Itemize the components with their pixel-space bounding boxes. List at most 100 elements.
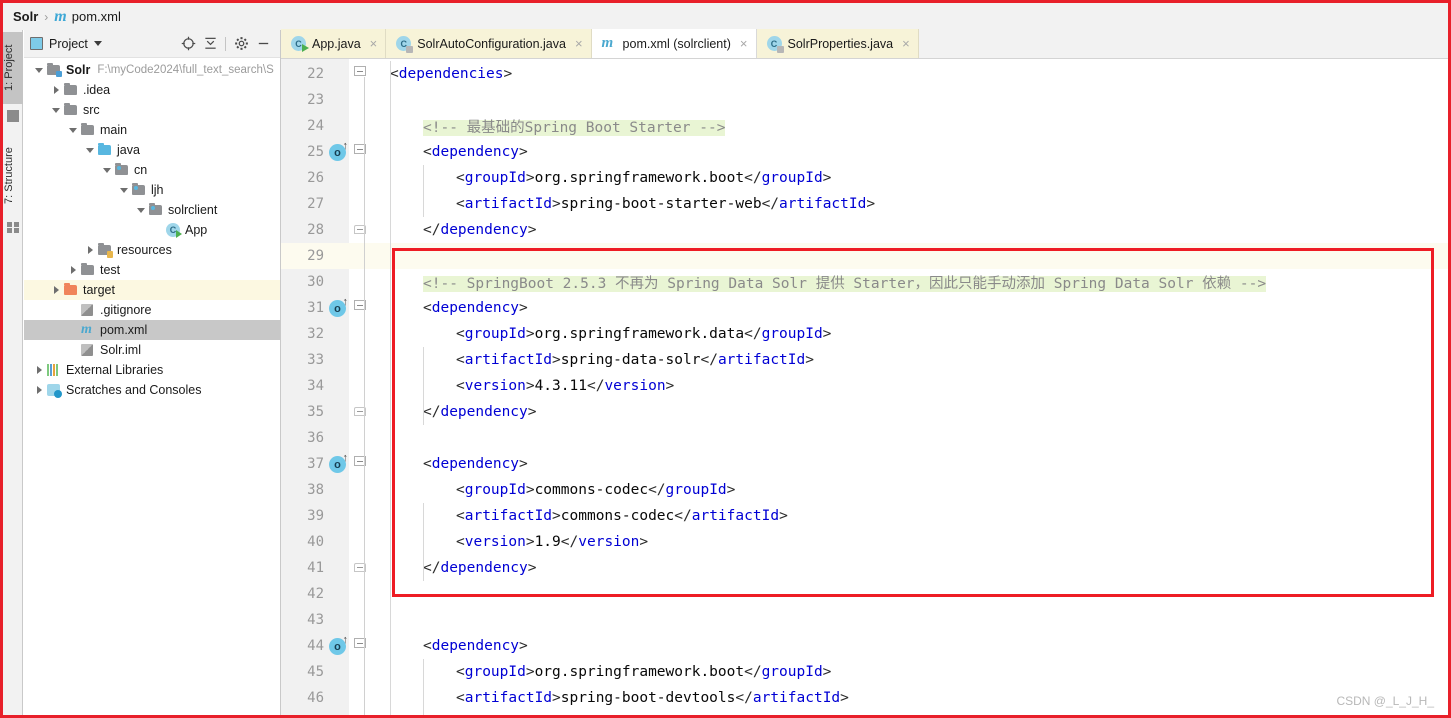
collapse-all-icon[interactable] — [199, 33, 221, 55]
left-tool-window-bar: 1: Project 7: Structure — [3, 30, 23, 715]
tree-node-label: test — [100, 263, 121, 277]
line-number: 27 — [307, 196, 324, 212]
tree-node-resources[interactable]: resources — [24, 240, 280, 260]
maven-dependency-gutter-icon[interactable]: o — [329, 452, 348, 473]
close-icon[interactable]: × — [740, 36, 748, 51]
code-line[interactable]: 26 <groupId>org.springframework.boot</gro… — [281, 165, 1448, 191]
code-line[interactable]: 38 <groupId>commons-codec</groupId> — [281, 477, 1448, 503]
code-line[interactable]: 33 <artifactId>spring-data-solr</artifact… — [281, 347, 1448, 373]
maven-dependency-gutter-icon[interactable]: o — [329, 634, 348, 655]
code-line[interactable]: 22 <dependencies> — [281, 61, 1448, 87]
tree-node-target[interactable]: target — [24, 280, 280, 300]
code-line[interactable]: 28 </dependency> — [281, 217, 1448, 243]
maven-dependency-gutter-icon[interactable]: o — [329, 140, 348, 161]
code-line[interactable]: 39 <artifactId>commons-codec</artifactId> — [281, 503, 1448, 529]
tree-node-label: src — [83, 103, 100, 117]
code-line[interactable]: 47<optional>true</optional> — [281, 711, 1448, 715]
tree-node-cn[interactable]: cn — [24, 160, 280, 180]
tree-node-external-libraries[interactable]: External Libraries — [24, 360, 280, 380]
tree-node-solr-iml[interactable]: Solr.iml — [24, 340, 280, 360]
editor-tab-app-java[interactable]: C App.java × — [281, 29, 387, 58]
tree-node-solr[interactable]: Solr F:\myCode2024\full_text_search\S — [24, 60, 280, 80]
code-line[interactable]: 34 <version>4.3.11</version> — [281, 373, 1448, 399]
tree-twisty[interactable] — [32, 366, 46, 374]
code-line[interactable]: 41 </dependency> — [281, 555, 1448, 581]
tree-twisty[interactable] — [49, 86, 63, 94]
code-line[interactable]: 43 — [281, 607, 1448, 633]
tree-twisty[interactable] — [66, 127, 80, 133]
chevron-down-icon — [69, 127, 77, 133]
code-line[interactable]: 30 <!-- SpringBoot 2.5.3 不再为 Spring Data … — [281, 269, 1448, 295]
code-line[interactable]: 25 o <dependency> — [281, 139, 1448, 165]
code-line[interactable]: 32 <groupId>org.springframework.data</gro… — [281, 321, 1448, 347]
tree-twisty[interactable] — [83, 246, 97, 254]
excluded-folder-icon — [64, 283, 77, 295]
folder-icon — [81, 263, 94, 275]
editor-tab-bar[interactable]: C App.java × C SolrAutoConfiguration.java × m p… — [281, 29, 1448, 59]
close-icon[interactable]: × — [902, 36, 910, 51]
tree-twisty[interactable] — [134, 207, 148, 213]
locate-in-tree-icon[interactable] — [177, 33, 199, 55]
chevron-down-icon[interactable] — [93, 41, 102, 46]
tree-node-solrclient[interactable]: solrclient — [24, 200, 280, 220]
tree-twisty[interactable] — [32, 67, 46, 73]
project-view-selector[interactable]: Project — [30, 37, 102, 51]
code-line[interactable]: 31 o <dependency> — [281, 295, 1448, 321]
tree-twisty[interactable] — [49, 286, 63, 294]
code-line[interactable]: 29 — [281, 243, 1448, 269]
code-line[interactable]: 24 <!-- 最基础的Spring Boot Starter --> — [281, 113, 1448, 139]
maven-dependency-gutter-icon[interactable]: o — [329, 296, 348, 317]
tree-twisty[interactable] — [117, 187, 131, 193]
close-icon[interactable]: × — [575, 36, 583, 51]
fold-marker-slot — [349, 139, 371, 165]
tree-node-app[interactable]: C App — [24, 220, 280, 240]
gutter-marker-slot — [327, 477, 349, 503]
tree-node-gitignore[interactable]: .gitignore — [24, 300, 280, 320]
editor-tab-solrproperties-java[interactable]: C SolrProperties.java × — [756, 29, 919, 58]
code-line[interactable]: 45 <groupId>org.springframework.boot</gro… — [281, 659, 1448, 685]
editor-tab-pom-xml-solrclient[interactable]: m pom.xml (solrclient) × — [591, 29, 757, 58]
code-line[interactable]: 46 <artifactId>spring-boot-devtools</arti… — [281, 685, 1448, 711]
tree-node-path: F:\myCode2024\full_text_search\S — [97, 64, 274, 76]
gear-icon[interactable] — [230, 33, 252, 55]
code-line[interactable]: 23 — [281, 87, 1448, 113]
tool-tab-structure[interactable]: 7: Structure — [3, 136, 23, 216]
tree-node-test[interactable]: test — [24, 260, 280, 280]
tree-twisty[interactable] — [66, 266, 80, 274]
breadcrumb-file[interactable]: pom.xml — [72, 9, 121, 24]
tool-tab-project[interactable]: 1: Project — [3, 32, 23, 104]
tree-node-scratches-and-consoles[interactable]: Scratches and Consoles — [24, 380, 280, 400]
tree-twisty[interactable] — [32, 386, 46, 394]
code-line[interactable]: 44 o <dependency> — [281, 633, 1448, 659]
code-editor[interactable]: 22 <dependencies> 23 24 <!-- 最基础的Spring Boot… — [281, 59, 1448, 715]
code-line[interactable]: 36 — [281, 425, 1448, 451]
code-line[interactable]: 40 <version>1.9</version> — [281, 529, 1448, 555]
tree-node-ljh[interactable]: ljh — [24, 180, 280, 200]
tree-twisty[interactable] — [83, 147, 97, 153]
code-line[interactable]: 37 o <dependency> — [281, 451, 1448, 477]
tree-node-src[interactable]: src — [24, 100, 280, 120]
java-runnable-class-icon: C — [166, 223, 182, 238]
editor-tab-solrautoconfiguration-java[interactable]: C SolrAutoConfiguration.java × — [386, 29, 592, 58]
close-icon[interactable]: × — [370, 36, 378, 51]
minimize-icon[interactable] — [252, 33, 274, 55]
code-line[interactable]: 42 — [281, 581, 1448, 607]
tree-node-label: Solr.iml — [100, 343, 141, 357]
gutter-marker-slot — [327, 399, 349, 425]
tree-node-idea[interactable]: .idea — [24, 80, 280, 100]
tree-node-icon — [80, 123, 96, 137]
tree-node-java[interactable]: java — [24, 140, 280, 160]
tree-node-icon: m — [80, 322, 96, 337]
tree-node-icon — [131, 183, 147, 197]
fold-collapse-icon[interactable] — [354, 66, 366, 76]
breadcrumb-project[interactable]: Solr — [13, 9, 38, 24]
code-line[interactable]: 27 <artifactId>spring-boot-starter-web</a… — [281, 191, 1448, 217]
project-tree[interactable]: Solr F:\myCode2024\full_text_search\S .ide… — [24, 58, 280, 400]
tree-node-pom-xml[interactable]: m pom.xml — [24, 320, 280, 340]
code-line[interactable]: 35 </dependency> — [281, 399, 1448, 425]
line-number: 32 — [307, 326, 324, 342]
tree-node-main[interactable]: main — [24, 120, 280, 140]
tree-twisty[interactable] — [100, 167, 114, 173]
tree-node-icon — [148, 203, 164, 217]
tree-twisty[interactable] — [49, 107, 63, 113]
